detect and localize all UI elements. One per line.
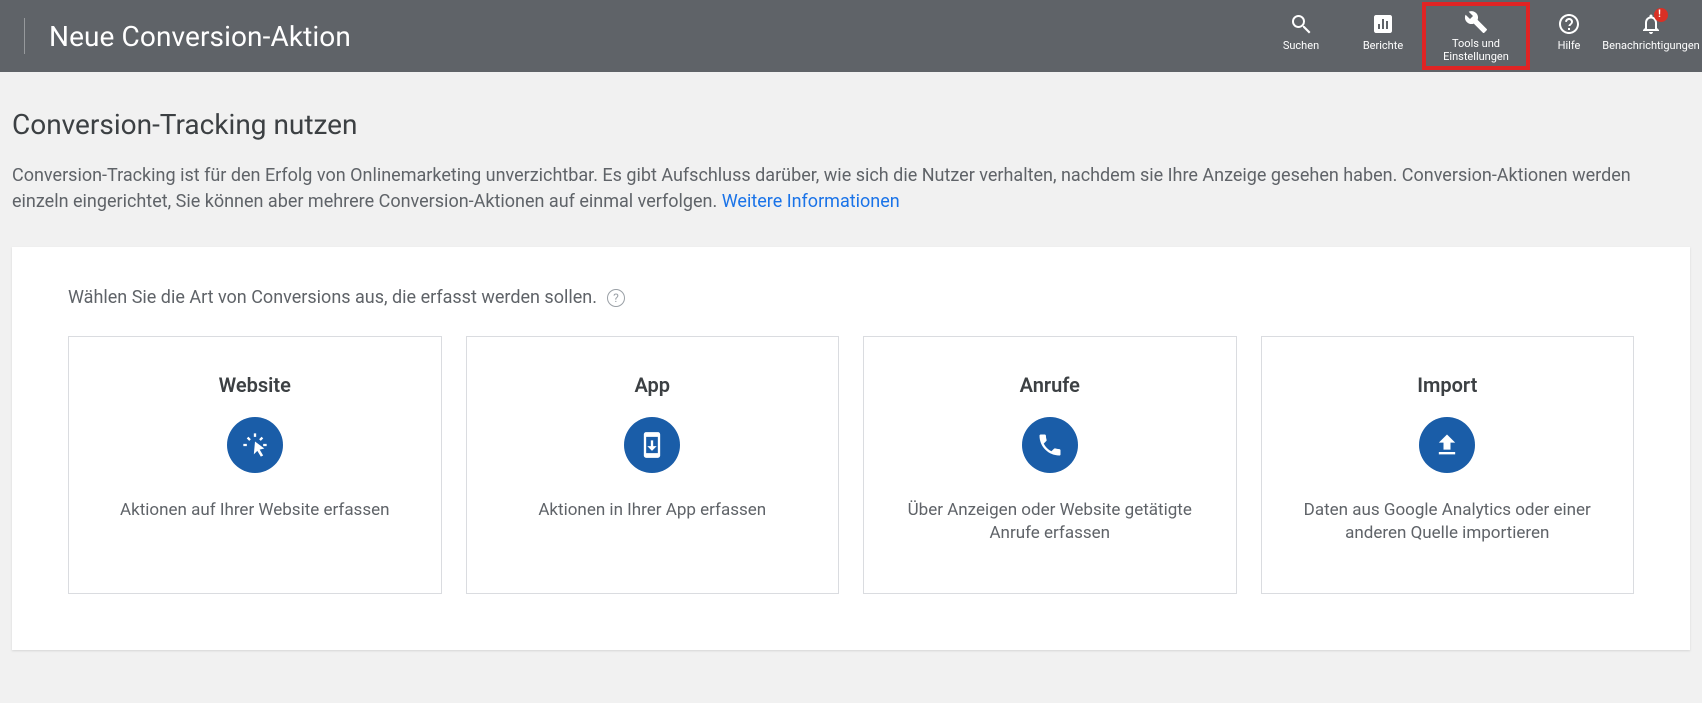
- header-bar: Neue Conversion-Aktion Suchen Berichte T…: [0, 0, 1702, 72]
- chart-icon: [1371, 12, 1395, 36]
- nav-label: Hilfe: [1558, 40, 1581, 53]
- help-icon[interactable]: ?: [607, 289, 625, 307]
- header-nav: Suchen Berichte Tools und Einstellungen …: [1262, 6, 1690, 65]
- section-heading: Conversion-Tracking nutzen: [12, 108, 1690, 141]
- card-desc: Über Anzeigen oder Website getätigte Anr…: [888, 499, 1212, 545]
- card-app[interactable]: App Aktionen in Ihrer App erfassen: [466, 336, 840, 594]
- nav-tools[interactable]: Tools und Einstellungen: [1426, 6, 1526, 65]
- card-website[interactable]: Website Aktionen auf Ihrer Website erfas…: [68, 336, 442, 594]
- phone-icon: [1022, 417, 1078, 473]
- conversion-type-panel: Wählen Sie die Art von Conversions aus, …: [12, 247, 1690, 650]
- header-divider: [24, 18, 25, 54]
- upload-icon: [1419, 417, 1475, 473]
- help-icon: [1557, 12, 1581, 36]
- nav-label: Benachrichtigungen: [1602, 40, 1699, 53]
- content-area: Conversion-Tracking nutzen Conversion-Tr…: [0, 72, 1702, 690]
- panel-prompt: Wählen Sie die Art von Conversions aus, …: [68, 287, 1634, 308]
- card-title: App: [634, 373, 670, 397]
- nav-help[interactable]: Hilfe: [1530, 6, 1608, 57]
- nav-search[interactable]: Suchen: [1262, 6, 1340, 57]
- card-title: Anrufe: [1020, 373, 1080, 397]
- learn-more-link[interactable]: Weitere Informationen: [722, 191, 900, 212]
- card-calls[interactable]: Anrufe Über Anzeigen oder Website getäti…: [863, 336, 1237, 594]
- nav-reports[interactable]: Berichte: [1344, 6, 1422, 57]
- wrench-icon: [1464, 10, 1488, 34]
- search-icon: [1289, 12, 1313, 36]
- page-title: Neue Conversion-Aktion: [49, 20, 351, 53]
- card-desc: Aktionen in Ihrer App erfassen: [538, 499, 766, 522]
- conversion-cards: Website Aktionen auf Ihrer Website erfas…: [68, 336, 1634, 594]
- card-desc: Daten aus Google Analytics oder einer an…: [1286, 499, 1610, 545]
- card-import[interactable]: Import Daten aus Google Analytics oder e…: [1261, 336, 1635, 594]
- prompt-text: Wählen Sie die Art von Conversions aus, …: [68, 287, 597, 308]
- nav-notifications[interactable]: ! Benachrichtigungen: [1612, 6, 1690, 57]
- nav-label: Berichte: [1363, 40, 1403, 53]
- card-desc: Aktionen auf Ihrer Website erfassen: [120, 499, 390, 522]
- app-download-icon: [624, 417, 680, 473]
- nav-label: Suchen: [1283, 40, 1319, 53]
- cursor-click-icon: [227, 417, 283, 473]
- card-title: Website: [219, 373, 291, 397]
- notification-badge: !: [1654, 8, 1668, 22]
- nav-label: Tools und Einstellungen: [1430, 38, 1522, 63]
- section-description: Conversion-Tracking ist für den Erfolg v…: [12, 163, 1690, 215]
- card-title: Import: [1417, 373, 1477, 397]
